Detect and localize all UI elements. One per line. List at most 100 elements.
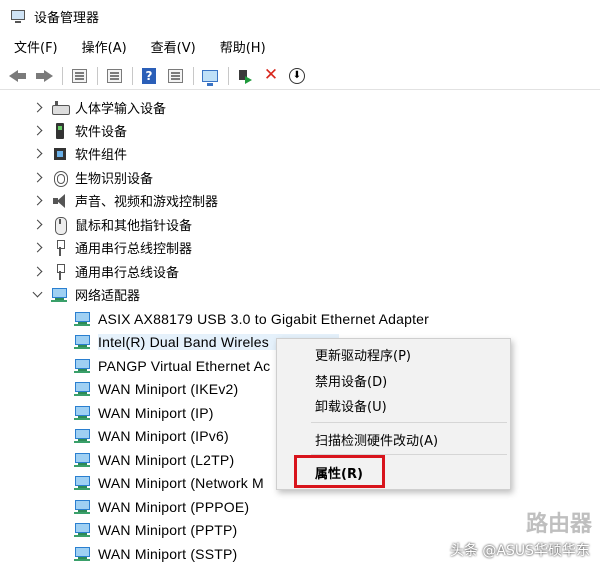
menu-update-driver[interactable]: 更新驱动程序(P) <box>315 345 411 364</box>
window-title: 设备管理器 <box>34 10 100 26</box>
tree-category[interactable]: 人体学输入设备 <box>0 96 600 119</box>
network-adapter-icon <box>74 428 92 444</box>
device-item[interactable]: ASIX AX88179 USB 3.0 to Gigabit Ethernet… <box>0 307 600 330</box>
uninstall-device-button[interactable]: ✕ <box>261 66 281 86</box>
scan-hardware-button[interactable] <box>200 66 220 86</box>
toolbar-separator <box>97 66 98 85</box>
enable-device-icon <box>237 68 253 84</box>
device-label: WAN Miniport (PPTP) <box>98 521 238 538</box>
category-label: 声音、视频和游戏控制器 <box>75 195 219 210</box>
category-label: 人体学输入设备 <box>75 102 167 117</box>
network-adapter-icon <box>74 358 92 374</box>
toolbar: ? ✕ ⬇ <box>0 62 600 90</box>
network-adapter-icon <box>74 499 92 515</box>
tree-category[interactable]: 生物识别设备 <box>0 166 600 189</box>
network-adapter-icon <box>74 381 92 397</box>
forward-icon <box>35 69 53 83</box>
device-label: WAN Miniport (IKEv2) <box>98 380 239 397</box>
help-button[interactable]: ? <box>139 66 159 86</box>
category-label: 通用串行总线控制器 <box>75 242 193 257</box>
device-label: PANGP Virtual Ethernet Ac <box>98 357 271 374</box>
mouse-icon <box>51 216 69 235</box>
menu-scan-hardware[interactable]: 扫描检测硬件改动(A) <box>315 430 438 449</box>
properties-icon <box>71 68 87 83</box>
device-label: ASIX AX88179 USB 3.0 to Gigabit Ethernet… <box>98 310 430 327</box>
category-label: 软件设备 <box>75 125 128 140</box>
network-adapter-icon <box>74 311 92 327</box>
device-label: WAN Miniport (L2TP) <box>98 451 235 468</box>
software-device-icon <box>51 122 69 140</box>
monitor-icon <box>202 69 218 86</box>
chevron-right-icon[interactable] <box>33 149 43 159</box>
chevron-down-icon[interactable] <box>33 290 43 300</box>
menu-file[interactable]: 文件(F) <box>12 35 60 58</box>
network-adapter-icon <box>74 546 92 562</box>
highlight-box <box>294 455 385 488</box>
category-label: 软件组件 <box>75 148 128 163</box>
menu-view[interactable]: 查看(V) <box>149 35 198 58</box>
chevron-right-icon[interactable] <box>33 126 43 136</box>
device-label: WAN Miniport (IP) <box>98 404 214 421</box>
tree-category[interactable]: 通用串行总线设备 <box>0 260 600 283</box>
device-label: WAN Miniport (PPPOE) <box>98 498 250 515</box>
network-icon <box>51 286 69 304</box>
update-driver-button[interactable]: ⬇ <box>287 66 307 86</box>
properties-button[interactable] <box>104 66 124 86</box>
tree-category[interactable]: 声音、视频和游戏控制器 <box>0 189 600 212</box>
back-button[interactable] <box>8 66 28 86</box>
toolbar-separator <box>132 66 133 85</box>
toolbar-separator <box>228 66 229 85</box>
back-icon <box>9 69 27 83</box>
menu-help[interactable]: 帮助(H) <box>218 35 268 58</box>
network-adapter-icon <box>74 334 92 350</box>
tree-category-expanded[interactable]: 网络适配器 <box>0 283 600 306</box>
toolbar-separator <box>193 66 194 85</box>
device-label: WAN Miniport (SSTP) <box>98 545 238 562</box>
device-item[interactable]: WAN Miniport (PPTP) <box>0 518 600 541</box>
network-adapter-icon <box>74 522 92 538</box>
enable-device-button[interactable] <box>235 66 255 86</box>
menu-bar: 文件(F) 操作(A) 查看(V) 帮助(H) <box>0 34 600 58</box>
toolbar-separator <box>62 66 63 85</box>
speaker-icon <box>51 192 69 210</box>
device-label: WAN Miniport (Network M <box>98 474 264 491</box>
chevron-right-icon[interactable] <box>33 267 43 277</box>
chevron-right-icon[interactable] <box>33 220 43 230</box>
software-component-icon <box>51 145 69 163</box>
view-button[interactable] <box>165 66 185 86</box>
chevron-right-icon[interactable] <box>33 173 43 183</box>
list-icon <box>106 68 122 83</box>
category-label: 通用串行总线设备 <box>75 266 180 281</box>
uninstall-icon: ✕ <box>263 65 279 85</box>
show-hide-tree-button[interactable] <box>69 66 89 86</box>
title-bar: 设备管理器 <box>0 0 600 32</box>
device-label: WAN Miniport (IPv6) <box>98 427 229 444</box>
usb-icon <box>51 263 69 281</box>
tree-category[interactable]: 通用串行总线控制器 <box>0 236 600 259</box>
network-adapter-icon <box>74 405 92 421</box>
watermark-text: 头条 @ASUS华硕华东 <box>449 543 590 559</box>
menu-uninstall-device[interactable]: 卸载设备(U) <box>315 396 387 415</box>
watermark-logo: 路由器 <box>525 512 592 537</box>
hid-icon <box>51 99 70 117</box>
category-label: 鼠标和其他指针设备 <box>75 219 193 234</box>
update-icon: ⬇ <box>289 67 305 84</box>
tree-category[interactable]: 软件组件 <box>0 142 600 165</box>
network-adapter-icon <box>74 452 92 468</box>
usb-icon <box>51 239 69 257</box>
menu-disable-device[interactable]: 禁用设备(D) <box>315 371 387 390</box>
device-item[interactable]: WAN Miniport (PPPOE) <box>0 495 600 518</box>
help-icon: ? <box>142 67 156 84</box>
chevron-right-icon[interactable] <box>33 243 43 253</box>
device-tree: 人体学输入设备 软件设备 软件组件 生物识别设备 声音、视频和游戏控制器 鼠标和… <box>0 92 600 568</box>
category-label: 生物识别设备 <box>75 172 154 187</box>
chevron-right-icon[interactable] <box>33 196 43 206</box>
menu-separator <box>311 422 507 423</box>
view-icon <box>167 68 183 83</box>
tree-category[interactable]: 软件设备 <box>0 119 600 142</box>
chevron-right-icon[interactable] <box>33 103 43 113</box>
category-label: 网络适配器 <box>75 289 141 304</box>
forward-button[interactable] <box>34 66 54 86</box>
menu-action[interactable]: 操作(A) <box>80 35 129 58</box>
tree-category[interactable]: 鼠标和其他指针设备 <box>0 213 600 236</box>
